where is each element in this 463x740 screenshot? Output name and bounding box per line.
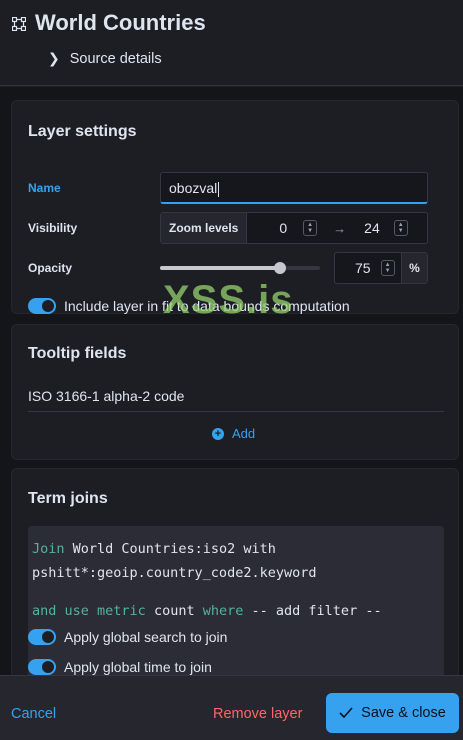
opacity-slider[interactable] [160,262,320,274]
save-close-label: Save & close [361,705,446,721]
join-right-field[interactable]: pshitt*:geoip.country_code2.keyword [32,565,316,581]
name-label: Name [28,181,61,195]
global-time-switch[interactable] [28,659,56,675]
zoom-levels-label: Zoom levels [161,213,248,243]
flyout-body[interactable]: Layer settings Name obozval Visibility Z… [0,87,463,675]
flyout-footer: Cancel Remove layer Save & close [0,675,463,740]
global-search-switch-row[interactable]: Apply global search to join [28,629,227,645]
metric-keyword: metric [97,603,146,619]
join-right-line[interactable]: pshitt*:geoip.country_code2.keyword [32,565,316,581]
layer-settings-panel: Layer settings Name obozval Visibility Z… [11,100,459,314]
opacity-label: Opacity [28,261,73,275]
divider [28,411,444,412]
fit-to-bounds-switch[interactable] [28,298,56,314]
visibility-label: Visibility [28,221,78,235]
zoom-max-stepper[interactable]: ▲ ▼ [393,220,408,236]
and-use-keyword: and use [32,603,89,619]
where-keyword: where [202,603,244,619]
global-search-label: Apply global search to join [64,629,228,645]
percent-label: % [401,253,427,283]
layer-settings-title: Layer settings [28,123,137,140]
opacity-number-input[interactable]: 75 ▲ ▼ % [334,252,428,284]
opacity-slider-fill [160,266,280,270]
layer-name-value: obozval [169,180,218,196]
join-line[interactable]: Join World Countries:iso2 with [32,541,276,557]
add-label: Add [232,426,256,441]
vector-layer-icon [12,17,26,31]
with-keyword: with [243,541,276,557]
zoom-min-stepper[interactable]: ▲ ▼ [303,220,318,236]
page-title: World Countries [35,10,206,35]
opacity-value: 75 [355,260,371,276]
opacity-stepper[interactable]: ▲ ▼ [380,260,395,276]
layer-name-input[interactable]: obozval [160,172,428,204]
opacity-slider-thumb[interactable] [274,262,286,274]
zoom-min-value[interactable]: 0 [279,220,287,236]
plus-circle-icon: + [212,427,224,440]
term-joins-title: Term joins [28,490,108,507]
remove-layer-button[interactable]: Remove layer [213,706,302,722]
flyout-header: World Countries ❯ Source details [0,0,463,86]
metric-line[interactable]: and use metric count where -- add filter… [32,603,382,619]
save-close-button[interactable]: Save & close [326,693,459,733]
metric-value[interactable]: count [154,603,195,619]
tooltip-field-item[interactable]: ISO 3166-1 alpha-2 code [28,388,184,404]
arrow-right-icon: → [333,220,347,236]
join-expression: Join World Countries:iso2 with pshitt*:g… [28,526,444,675]
source-details-label: Source details [69,50,162,67]
join-left-field[interactable]: World Countries:iso2 [73,541,236,557]
zoom-max-value[interactable]: 24 [364,220,380,236]
fit-to-bounds-switch-row[interactable]: Include layer in fit to data bounds comp… [28,298,350,314]
join-keyword: Join [32,541,65,557]
text-caret [218,181,220,197]
tooltip-fields-title: Tooltip fields [28,345,127,362]
global-time-label: Apply global time to join [64,659,212,675]
filter-value[interactable]: -- add filter -- [252,603,382,619]
global-time-switch-row[interactable]: Apply global time to join [28,659,212,675]
source-details-toggle[interactable]: ❯ Source details [48,50,162,67]
add-tooltip-field-button[interactable]: + Add [212,426,255,441]
zoom-range-input: Zoom levels 0 ▲ ▼ → 24 ▲ ▼ [160,212,428,244]
global-search-switch[interactable] [28,629,56,645]
tooltip-fields-panel: Tooltip fields ISO 3166-1 alpha-2 code +… [11,324,459,460]
check-icon [339,707,353,719]
fit-to-bounds-label: Include layer in fit to data bounds comp… [64,298,350,314]
cancel-button[interactable]: Cancel [11,706,56,722]
term-joins-panel: Term joins Join World Countries:iso2 wit… [11,468,459,675]
chevron-right-icon: ❯ [48,50,60,66]
